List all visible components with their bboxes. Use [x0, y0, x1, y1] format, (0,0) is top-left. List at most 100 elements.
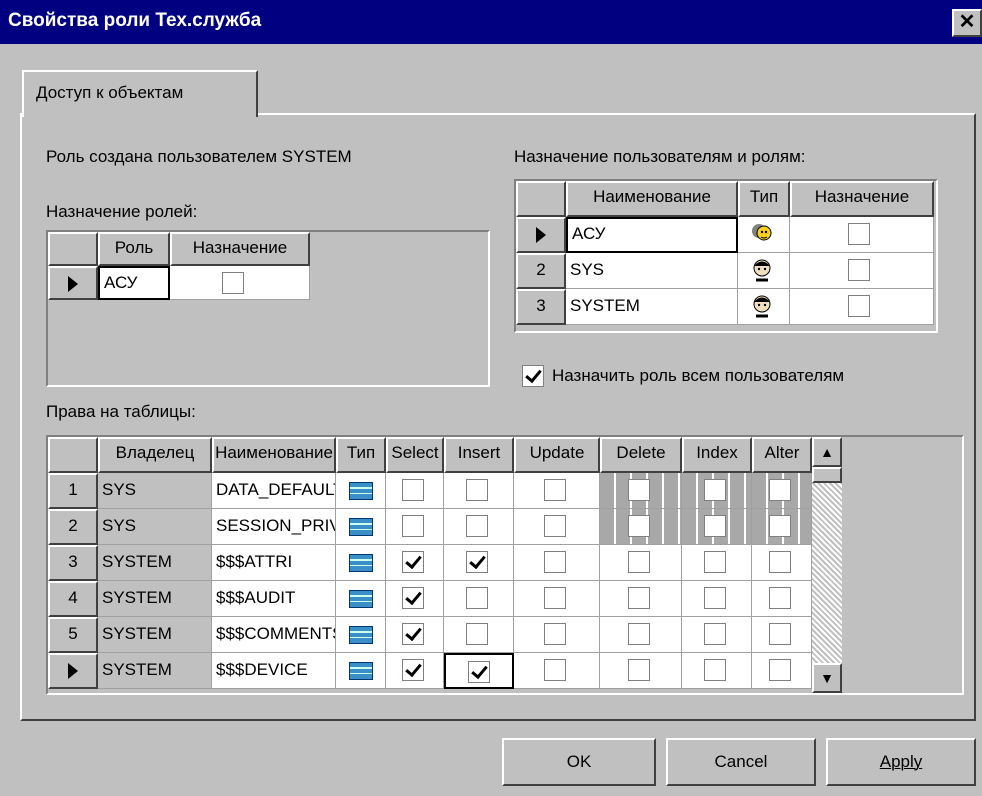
role-cell[interactable]: АСУ — [98, 266, 170, 300]
checkbox-assign-all-users[interactable] — [522, 365, 544, 387]
checkbox-insert[interactable] — [468, 661, 490, 683]
delete-cell[interactable] — [600, 617, 682, 653]
row-header[interactable]: 2 — [48, 509, 98, 545]
insert-cell[interactable] — [444, 653, 514, 689]
index-cell[interactable] — [682, 509, 752, 545]
table-name-cell[interactable]: DATA_DEFAULT — [212, 473, 336, 509]
column-header-assignment[interactable]: Назначение — [170, 232, 310, 266]
user-name-cell[interactable]: АСУ — [566, 217, 738, 253]
select-cell[interactable] — [386, 581, 444, 617]
owner-cell[interactable]: SYSTEM — [98, 545, 212, 581]
column-header-type[interactable]: Тип — [738, 181, 790, 217]
index-cell[interactable] — [682, 545, 752, 581]
index-cell[interactable] — [682, 581, 752, 617]
column-header-assignment[interactable]: Назначение — [790, 181, 934, 217]
select-cell[interactable] — [386, 545, 444, 581]
checkbox-index[interactable] — [704, 659, 726, 681]
row-header[interactable]: 3 — [48, 545, 98, 581]
update-cell[interactable] — [514, 617, 600, 653]
assignment-cell[interactable] — [790, 289, 934, 325]
scroll-down-button[interactable]: ▼ — [812, 663, 842, 693]
cancel-button[interactable]: Cancel — [666, 738, 816, 786]
scroll-up-button[interactable]: ▲ — [812, 437, 842, 467]
row-header[interactable]: 5 — [48, 617, 98, 653]
table-name-cell[interactable]: $$$COMMENTS — [212, 617, 336, 653]
column-header-role[interactable]: Роль — [98, 232, 170, 266]
checkbox-insert[interactable] — [466, 479, 488, 501]
insert-cell[interactable] — [444, 545, 514, 581]
checkbox-index[interactable] — [704, 587, 726, 609]
row-header[interactable] — [48, 266, 98, 300]
ok-button[interactable]: OK — [502, 738, 656, 786]
delete-cell[interactable] — [600, 581, 682, 617]
checkbox-select[interactable] — [402, 479, 424, 501]
row-header[interactable] — [48, 653, 98, 689]
delete-cell[interactable] — [600, 509, 682, 545]
alter-cell[interactable] — [752, 473, 812, 509]
checkbox-alter[interactable] — [769, 515, 791, 537]
column-header-name[interactable]: Наименование — [212, 437, 336, 473]
index-cell[interactable] — [682, 617, 752, 653]
insert-cell[interactable] — [444, 581, 514, 617]
alter-cell[interactable] — [752, 653, 812, 689]
checkbox-update[interactable] — [544, 515, 566, 537]
owner-cell[interactable]: SYSTEM — [98, 653, 212, 689]
checkbox-insert[interactable] — [466, 515, 488, 537]
assignment-cell[interactable] — [790, 217, 934, 253]
table-name-cell[interactable]: $$$DEVICE — [212, 653, 336, 689]
checkbox-index[interactable] — [704, 515, 726, 537]
checkbox-update[interactable] — [544, 623, 566, 645]
update-cell[interactable] — [514, 509, 600, 545]
column-header-insert[interactable]: Insert — [444, 437, 514, 473]
alter-cell[interactable] — [752, 581, 812, 617]
checkbox-select[interactable] — [402, 515, 424, 537]
checkbox-select[interactable] — [402, 587, 424, 609]
checkbox-update[interactable] — [544, 479, 566, 501]
column-header-update[interactable]: Update — [514, 437, 600, 473]
delete-cell[interactable] — [600, 545, 682, 581]
index-cell[interactable] — [682, 473, 752, 509]
insert-cell[interactable] — [444, 509, 514, 545]
column-header-delete[interactable]: Delete — [600, 437, 682, 473]
alter-cell[interactable] — [752, 617, 812, 653]
checkbox-update[interactable] — [544, 587, 566, 609]
user-name-cell[interactable]: SYSTEM — [566, 289, 738, 325]
checkbox-delete[interactable] — [628, 659, 650, 681]
select-cell[interactable] — [386, 653, 444, 689]
update-cell[interactable] — [514, 653, 600, 689]
checkbox-select[interactable] — [402, 623, 424, 645]
column-header-select[interactable]: Select — [386, 437, 444, 473]
assign-all-users-label[interactable]: Назначить роль всем пользователям — [552, 366, 844, 386]
user-assignment-grid[interactable]: Наименование Тип Назначение АСУ 2 SYS 3 … — [514, 179, 938, 333]
row-header[interactable]: 1 — [48, 473, 98, 509]
checkbox-update[interactable] — [544, 551, 566, 573]
row-header[interactable]: 2 — [516, 253, 566, 289]
row-header[interactable]: 3 — [516, 289, 566, 325]
assignment-cell[interactable] — [170, 266, 310, 300]
role-assignment-grid[interactable]: Роль Назначение АСУ — [46, 230, 490, 387]
column-header-type[interactable]: Тип — [336, 437, 386, 473]
checkbox-user-assigned[interactable] — [848, 259, 870, 281]
row-header[interactable] — [516, 217, 566, 253]
table-name-cell[interactable]: $$$ATTRI — [212, 545, 336, 581]
owner-cell[interactable]: SYS — [98, 473, 212, 509]
select-cell[interactable] — [386, 509, 444, 545]
table-rights-grid[interactable]: Владелец Наименование Тип Select Insert Updat… — [46, 435, 964, 695]
checkbox-delete[interactable] — [628, 515, 650, 537]
checkbox-update[interactable] — [544, 659, 566, 681]
index-cell[interactable] — [682, 653, 752, 689]
checkbox-index[interactable] — [704, 551, 726, 573]
checkbox-insert[interactable] — [466, 587, 488, 609]
checkbox-select[interactable] — [402, 551, 424, 573]
vertical-scrollbar[interactable]: ▲ ▼ — [812, 437, 842, 693]
insert-cell[interactable] — [444, 473, 514, 509]
owner-cell[interactable]: SYSTEM — [98, 617, 212, 653]
select-cell[interactable] — [386, 473, 444, 509]
table-name-cell[interactable]: $$$AUDIT — [212, 581, 336, 617]
checkbox-delete[interactable] — [628, 479, 650, 501]
apply-button[interactable]: Apply — [826, 738, 976, 786]
delete-cell[interactable] — [600, 473, 682, 509]
update-cell[interactable] — [514, 581, 600, 617]
checkbox-user-assigned[interactable] — [848, 295, 870, 317]
checkbox-select[interactable] — [402, 659, 424, 681]
